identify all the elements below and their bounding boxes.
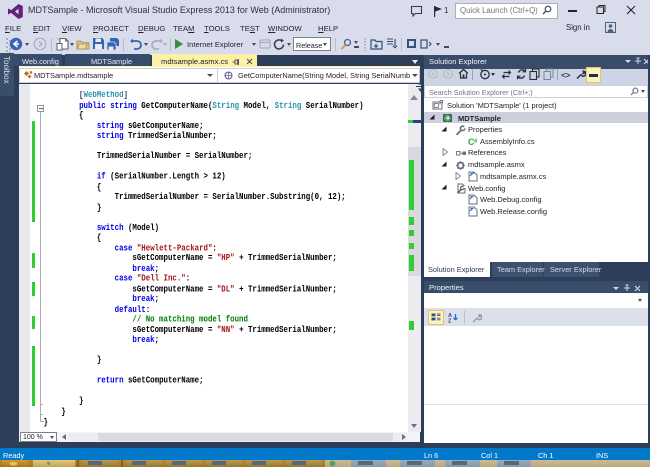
- svg-text:#: #: [474, 139, 478, 145]
- svg-text:Z: Z: [448, 319, 452, 324]
